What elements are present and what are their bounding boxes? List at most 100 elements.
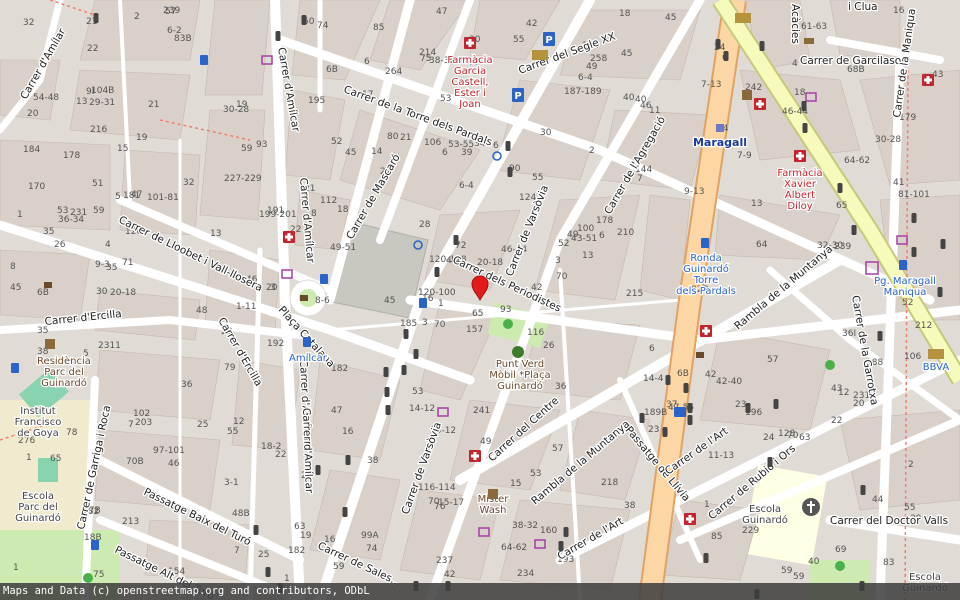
poi-line: BBVA: [923, 362, 950, 373]
house-number: 53: [440, 94, 451, 104]
house-number: 14: [371, 147, 383, 157]
house-number: 42: [444, 570, 455, 580]
house-number: 38-32: [512, 521, 538, 531]
bus-stop-icon: [701, 238, 709, 248]
pharmacy-icon: [754, 98, 766, 110]
poi-line: Escola: [749, 504, 781, 515]
house-number: 5: [115, 192, 121, 202]
traffic-light-icon: [265, 567, 271, 577]
house-number: 70B: [126, 457, 144, 467]
bank-icon: [928, 349, 944, 359]
poi-line: Residència: [37, 355, 91, 367]
house-number: 24: [763, 433, 775, 443]
house-number: 185: [400, 319, 417, 329]
parking-icon: P: [512, 88, 524, 102]
house-number: 212: [915, 321, 932, 331]
house-number: 18: [794, 88, 806, 98]
poi-line: Ester i: [454, 88, 486, 99]
house-number: 1: [17, 210, 23, 220]
house-number: 65: [50, 454, 61, 464]
house-number: 106: [904, 352, 921, 362]
house-number: 46: [168, 459, 180, 469]
house-number: 227-229: [224, 174, 262, 184]
house-number: 6-4: [578, 73, 593, 83]
house-number: 38: [367, 456, 379, 466]
house-number: 49-51: [330, 243, 356, 253]
house-number: 2311: [98, 341, 121, 351]
house-number: 9-3: [95, 260, 110, 270]
bus-stop-icon: [11, 363, 19, 373]
house-number: 184: [23, 145, 40, 155]
traffic-light-icon: [505, 141, 511, 151]
house-number: 1: [13, 563, 19, 573]
traffic-light-icon: [940, 239, 946, 249]
house-number: 40: [808, 557, 820, 567]
house-number: 44: [872, 495, 884, 505]
traffic-light-icon: [434, 267, 440, 277]
house-number: 20: [266, 283, 278, 293]
house-number: 18-2: [261, 442, 281, 452]
house-number: 36I: [842, 329, 856, 339]
house-number: 234: [517, 569, 534, 579]
house-number: 6: [364, 57, 370, 67]
parking-icon: P: [543, 32, 555, 46]
house-number: 53: [412, 387, 423, 397]
house-number: 63: [799, 433, 810, 443]
house-number: 65: [472, 309, 483, 319]
pharmacy-icon: [684, 513, 696, 525]
house-number: 70: [556, 272, 568, 282]
bus-stop-icon: [200, 55, 208, 65]
house-number: 100: [577, 224, 594, 234]
street-label-carrer-del-doctor-valls: Carrer del Doctor Valls: [830, 515, 948, 527]
house-number: 59: [93, 206, 105, 216]
svg-text:P: P: [545, 35, 552, 46]
traffic-light-icon: [745, 403, 751, 413]
house-number: 25: [258, 550, 269, 560]
house-number: 52: [558, 239, 569, 249]
house-number: 19: [136, 133, 148, 143]
poi-line: Garcia: [454, 66, 486, 77]
house-number: 6B: [677, 369, 689, 379]
map-canvas[interactable]: 157151677B52224534404283B837117918514415…: [0, 0, 960, 600]
traffic-light-icon: [563, 527, 569, 537]
house-number: 7: [234, 546, 240, 556]
house-number: 70: [787, 431, 799, 441]
house-number: 22: [87, 44, 98, 54]
house-number: 30-28: [875, 135, 901, 145]
house-number: 13: [76, 97, 87, 107]
house-number: 38: [624, 501, 636, 511]
poi-label-amilcar: Amílcar: [289, 352, 328, 364]
house-number: 35: [43, 227, 54, 237]
traffic-light-icon: [301, 15, 307, 25]
street-label-acacies: Acàcies: [789, 4, 801, 44]
playground-icon: [83, 573, 93, 583]
house-number: 21: [148, 100, 159, 110]
house-number: 57: [165, 7, 176, 17]
house-number: 9-13: [684, 187, 704, 197]
house-number: 14-12: [409, 404, 435, 414]
house-number: 54-48: [33, 93, 59, 103]
house-number: 45: [665, 13, 676, 23]
traffic-light-icon: [453, 235, 459, 245]
poi-line: Parc del: [44, 367, 84, 378]
house-number: 1: [26, 453, 32, 463]
poi-line: Guinardó: [15, 512, 61, 524]
house-number: 182: [331, 364, 348, 374]
poi-label-maragall: Maragall: [693, 136, 747, 149]
bank-icon: [735, 13, 751, 23]
traffic-light-icon: [253, 525, 259, 535]
playground-icon: [503, 319, 513, 329]
house-number: 30: [540, 128, 552, 138]
house-number: 7-13: [701, 80, 721, 90]
poi-line: Escola: [22, 491, 54, 502]
house-number: 2: [134, 12, 140, 22]
house-number: 93: [256, 140, 267, 150]
house-number: 70: [434, 320, 446, 330]
pharmacy-icon: [794, 150, 806, 162]
house-number: 64: [756, 240, 768, 250]
poi-label-institut: Institut Francisco de Goya: [15, 406, 62, 439]
poi-line: Punt Verd: [496, 359, 544, 370]
house-number: 55: [227, 427, 238, 437]
traffic-light-icon: [93, 13, 99, 23]
poi-line: Escola: [909, 572, 941, 583]
